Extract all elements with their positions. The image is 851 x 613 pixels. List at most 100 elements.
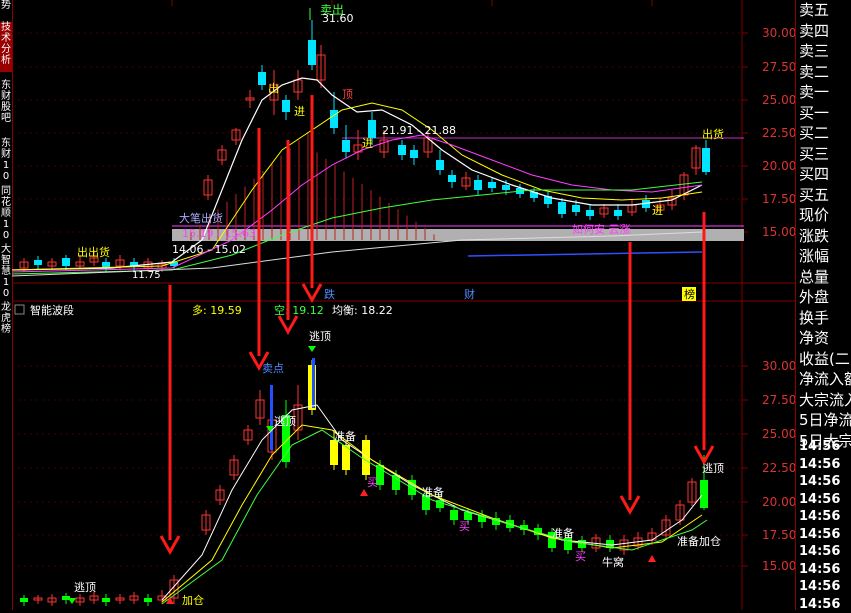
- candle-body: [436, 160, 444, 170]
- chart-area[interactable]: 30.00 27.50 25.00 22.50 20.00 17.50 15.00 30.00…: [12, 0, 795, 610]
- bull-label: 牛窝: [602, 555, 624, 569]
- avg-label: 均衡: 18.22: [332, 304, 393, 317]
- enter-label-2: 进: [362, 137, 373, 150]
- sub-ma-yellow: [161, 424, 703, 603]
- sub-candle-body: [20, 598, 28, 602]
- green-arrow-0: [308, 346, 316, 352]
- out-label-1: 出: [268, 81, 279, 95]
- quote-label-5: 买一: [799, 103, 830, 122]
- price-label-main-5: 17.50: [762, 192, 795, 206]
- range-label-2: 15.19 - 15.63: [182, 227, 256, 240]
- price-label-sub-1: 27.50: [762, 393, 795, 407]
- sub-candle-body: [330, 440, 338, 465]
- candle-body: [398, 145, 406, 155]
- candle-body: [448, 175, 456, 182]
- quote-label-18: 净流入额: [799, 370, 851, 388]
- blue-level-line: [467, 251, 703, 257]
- price-label-sub-5: 17.50: [762, 528, 795, 542]
- quote-label-12: 涨幅: [799, 247, 830, 265]
- price-label-main-0: 30.00: [762, 26, 795, 40]
- quote-label-14: 外盘: [799, 288, 830, 306]
- quote-label-0: 卖五: [799, 1, 830, 19]
- prepare-label-2: 准备: [422, 485, 444, 499]
- candle-body: [308, 40, 316, 65]
- enter-label-1: 进: [294, 105, 305, 118]
- tick-time-6: 14:56: [799, 544, 841, 559]
- candle-body: [342, 140, 350, 152]
- candle-body: [502, 185, 510, 190]
- sub-candle-body: [450, 510, 458, 520]
- event-label-0: 跌: [324, 287, 335, 301]
- quote-label-7: 买三: [799, 144, 830, 163]
- quote-panel: 卖五 卖四 卖三 卖二 卖一 买一 买二 买三 买四 买五 现价 涨跌 涨幅 总量 外盘 换手 净资 收益(二) 净…: [795, 0, 851, 612]
- left-tab-1[interactable]: 东财股吧: [0, 80, 12, 130]
- tick-time-0: 14:56: [799, 439, 841, 454]
- tick-time-8: 14:56: [799, 579, 841, 594]
- quote-label-1: 卖四: [799, 21, 830, 40]
- quote-label-8: 买四: [799, 165, 830, 183]
- sub-chart-title: 智能波段: [30, 303, 74, 317]
- candle-body: [702, 148, 710, 172]
- candle-body: [586, 210, 594, 216]
- tick-time-4: 14:56: [799, 509, 841, 524]
- quote-label-20: 5日净流: [799, 411, 851, 429]
- sub-chart-toggle: [14, 304, 25, 315]
- kong-label: 空: 19.12: [274, 303, 324, 317]
- ma-yellow: [12, 102, 703, 271]
- sub-candle-body: [144, 598, 152, 602]
- low-price-label: 11.75: [132, 270, 161, 281]
- price-label-sub-4: 20.00: [762, 495, 795, 509]
- candle-body: [474, 180, 482, 190]
- event-label-2: 榜: [684, 287, 695, 301]
- quote-label-17: 收益(二): [799, 349, 851, 368]
- prepare-add-label: 准备加仓: [677, 534, 721, 548]
- left-tab-3[interactable]: 同花顺10: [0, 186, 12, 241]
- prepare-label-1: 准备: [334, 429, 356, 443]
- candle-body: [282, 100, 290, 112]
- sub-candle-body: [102, 598, 110, 602]
- candle-body: [572, 205, 580, 212]
- tick-time-2: 14:56: [799, 474, 841, 489]
- price-label-main-3: 22.50: [762, 126, 795, 140]
- range-label-1: 21.91 - 21.88: [382, 124, 456, 137]
- tick-time-7: 14:56: [799, 561, 841, 577]
- candle-body: [410, 150, 418, 158]
- out-label-left: 出出货: [77, 245, 110, 259]
- price-label-main-2: 25.00: [762, 93, 795, 107]
- sub-candle-body: [700, 480, 708, 508]
- candle-body: [330, 110, 338, 128]
- quote-label-6: 买二: [799, 124, 830, 142]
- top-label: 顶: [342, 88, 353, 101]
- event-label-1: 财: [464, 287, 475, 301]
- candle-body: [258, 72, 266, 85]
- quote-label-4: 卖一: [799, 83, 830, 101]
- escape-top-1: 逃顶: [74, 581, 96, 594]
- quote-label-19: 大宗流入: [799, 390, 851, 409]
- duo-label: 多: 19.59: [192, 303, 242, 317]
- out-label-3: 出货: [702, 127, 724, 141]
- ma-magenta: [12, 134, 703, 273]
- peak-price-label: 31.60: [322, 12, 354, 25]
- buy-label-3: 买: [575, 550, 586, 563]
- range-label-3: 14.06 - 15.02: [172, 243, 246, 256]
- price-label-main-1: 27.50: [762, 60, 795, 74]
- price-label-sub-3: 22.50: [762, 461, 795, 475]
- sub-candle-body: [464, 512, 472, 520]
- sub-ma-green: [161, 429, 708, 605]
- quote-label-9: 买五: [799, 185, 830, 204]
- prepare-label-3: 准备: [552, 526, 574, 540]
- candle-body: [62, 258, 70, 266]
- candle-body: [488, 182, 496, 188]
- quote-label-2: 卖三: [799, 42, 830, 60]
- candle-body: [34, 260, 42, 265]
- price-label-sub-2: 25.00: [762, 427, 795, 441]
- left-tab-5[interactable]: 龙虎榜: [0, 302, 12, 342]
- left-tab-4[interactable]: 大智慧10: [0, 244, 12, 299]
- quote-label-13: 总量: [799, 267, 830, 286]
- quote-label-11: 涨跌: [799, 226, 830, 245]
- big-out-label: 大笔出货: [179, 211, 223, 225]
- red-up-arrow-1: [360, 489, 368, 496]
- left-tab-0[interactable]: 技术分析: [0, 22, 12, 72]
- left-tab-2[interactable]: 东财10: [0, 138, 12, 182]
- quote-label-3: 卖二: [799, 62, 830, 81]
